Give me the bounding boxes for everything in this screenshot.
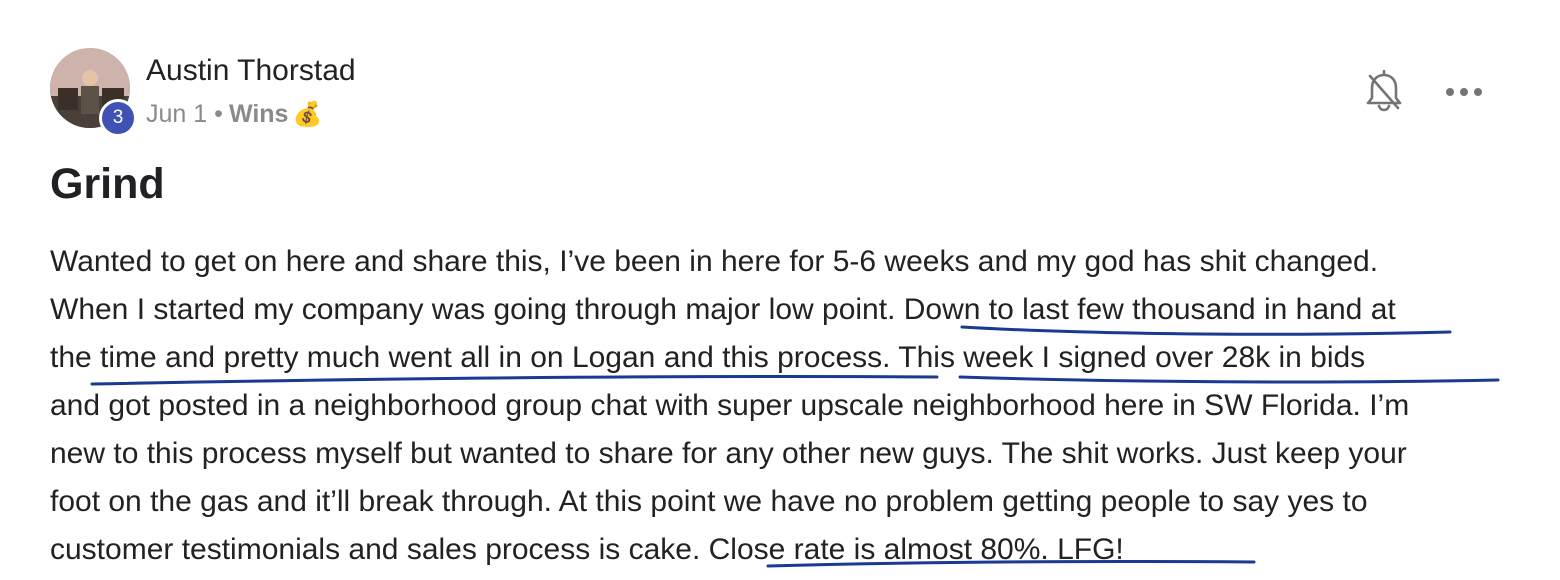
post-body-line: foot on the gas and it’ll break through.…: [50, 485, 1368, 518]
post-meta: Jun 1 • Wins 💰: [146, 100, 322, 129]
post-body-line: new to this process myself but wanted to…: [50, 437, 1407, 470]
author-name[interactable]: Austin Thorstad: [146, 54, 356, 88]
bell-off-icon[interactable]: [1364, 70, 1404, 112]
post-category[interactable]: Wins: [229, 100, 289, 129]
post-body-line: the time and pretty much went all in on …: [50, 341, 1366, 374]
money-bag-icon: 💰: [292, 101, 323, 128]
post-card: 3 Austin Thorstad Jun 1 • Wins 💰 Grind W…: [0, 0, 1560, 580]
level-badge: 3: [99, 99, 137, 137]
post-body-line: When I started my company was going thro…: [50, 293, 1396, 326]
meta-separator: •: [214, 100, 223, 128]
more-horizontal-icon[interactable]: [1442, 80, 1486, 104]
post-date[interactable]: Jun 1: [146, 100, 207, 129]
post-title: Grind: [50, 160, 165, 208]
post-body: Wanted to get on here and share this, I’…: [50, 238, 1510, 574]
post-body-line: customer testimonials and sales process …: [50, 533, 1124, 566]
post-body-line: and got posted in a neighborhood group c…: [50, 389, 1410, 422]
post-body-line: Wanted to get on here and share this, I’…: [50, 245, 1379, 278]
